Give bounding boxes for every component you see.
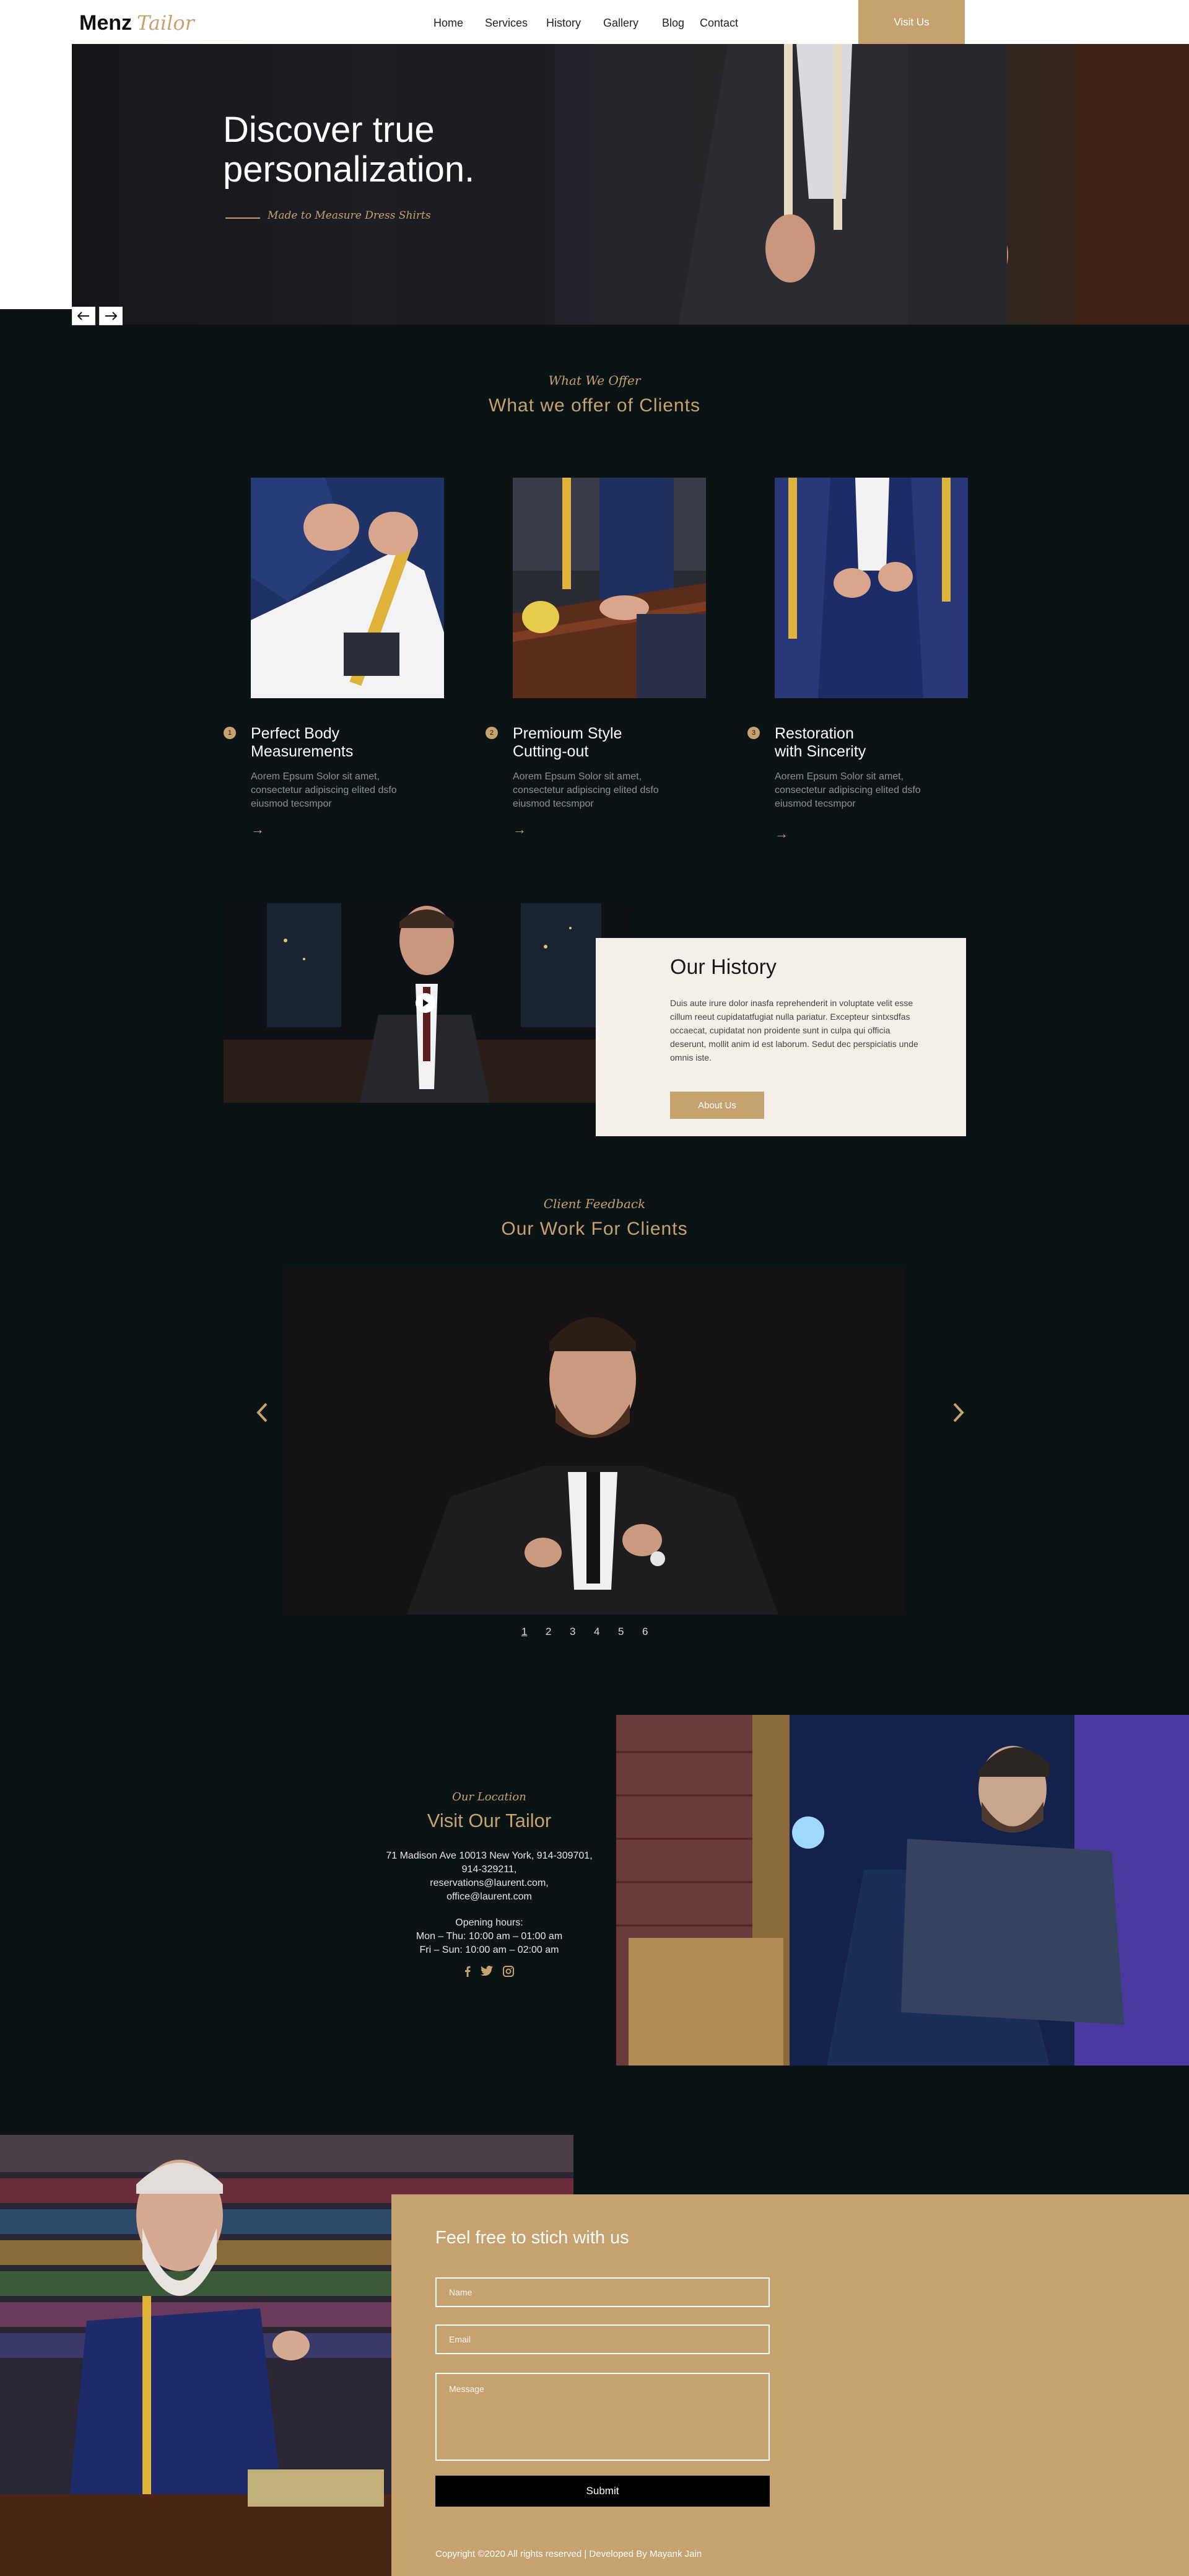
card-number-1: 1 xyxy=(224,727,236,739)
offer-script-label: What We Offer xyxy=(548,373,641,388)
page-6[interactable]: 6 xyxy=(642,1626,666,1638)
card-text-2-line3: eiusmod tecsmpor xyxy=(513,799,594,809)
card-title-3-line2: with Sincerity xyxy=(775,743,866,760)
hero-subtitle: Made to Measure Dress Shirts xyxy=(268,209,431,222)
social-links xyxy=(372,1966,607,1980)
nav-blog[interactable]: Blog xyxy=(662,17,700,30)
card-text-2: Aorem Epsum Solor sit amet, consectetur … xyxy=(513,770,699,811)
nav-gallery[interactable]: Gallery xyxy=(603,17,662,30)
hours-label: Opening hours: xyxy=(455,1917,523,1928)
play-icon xyxy=(423,999,429,1007)
about-us-button[interactable]: About Us xyxy=(670,1092,764,1119)
page-3[interactable]: 3 xyxy=(570,1626,594,1638)
gallery-script-label: Client Feedback xyxy=(543,1196,646,1211)
card-image-cutting xyxy=(513,478,706,698)
card-text-2-line2: consectetur adipiscing elited dsfo xyxy=(513,785,659,795)
nav-services[interactable]: Services xyxy=(485,17,546,30)
card-number-3: 3 xyxy=(747,727,760,739)
card-title-2-line2: Cutting-out xyxy=(513,743,589,760)
location-block: Our Location Visit Our Tailor 71 Madison… xyxy=(372,1790,607,1980)
card-text-2-line1: Aorem Epsum Solor sit amet, xyxy=(513,771,642,782)
arrow-right-icon xyxy=(105,312,117,320)
visit-us-button[interactable]: Visit Us xyxy=(858,0,965,44)
card-image-measurements xyxy=(251,478,444,698)
location-email-1[interactable]: reservations@laurent.com, xyxy=(372,1877,607,1890)
brand-logo[interactable]: Menz Tailor xyxy=(79,11,194,35)
hero-title-line2: personalization. xyxy=(223,149,475,190)
hero-prev-button[interactable] xyxy=(72,307,95,325)
chevron-right-icon xyxy=(953,1403,964,1422)
card-text-1-line2: consectetur adipiscing elited dsfo xyxy=(251,785,397,795)
gallery-title: Our Work For Clients xyxy=(501,1219,688,1239)
page-1[interactable]: 1 xyxy=(521,1626,546,1638)
offer-title: What we offer of Clients xyxy=(489,395,700,416)
card-text-3-line2: consectetur adipiscing elited dsfo xyxy=(775,785,921,795)
gallery-image xyxy=(283,1268,905,1614)
main-nav: Home Services History Gallery Blog Conta… xyxy=(433,17,749,30)
hero-subtitle-rule xyxy=(225,217,260,219)
page-2[interactable]: 2 xyxy=(546,1626,570,1638)
hours-weekday: Mon – Thu: 10:00 am – 01:00 am xyxy=(416,1931,563,1942)
card-text-3: Aorem Epsum Solor sit amet, consectetur … xyxy=(775,770,960,811)
card-title-2: Premioum Style Cutting-out xyxy=(513,725,699,761)
gallery-next-button[interactable] xyxy=(952,1399,965,1430)
card-number-2: 2 xyxy=(486,727,498,739)
facebook-icon[interactable] xyxy=(464,1966,471,1980)
nav-contact[interactable]: Contact xyxy=(700,17,749,30)
copyright-text: Copyright ©2020 All rights reserved | De… xyxy=(435,2549,702,2559)
brand-main: Menz xyxy=(79,11,132,35)
message-textarea[interactable] xyxy=(435,2373,770,2461)
location-image xyxy=(616,1715,1189,2066)
card-text-3-line3: eiusmod tecsmpor xyxy=(775,799,856,809)
card-text-1-line3: eiusmod tecsmpor xyxy=(251,799,332,809)
card-3-arrow-icon[interactable]: → xyxy=(775,826,788,842)
arrow-left-icon xyxy=(77,312,89,320)
email-input[interactable] xyxy=(435,2324,770,2354)
hero-title: Discover true personalization. xyxy=(223,110,474,190)
card-title-3: Restoration with Sincerity xyxy=(775,725,960,761)
card-title-3-line1: Restoration xyxy=(775,725,854,742)
gallery-prev-button[interactable] xyxy=(255,1399,269,1430)
history-text: Duis aute irure dolor inasfa reprehender… xyxy=(670,998,918,1062)
name-input[interactable] xyxy=(435,2277,770,2307)
card-text-1: Aorem Epsum Solor sit amet, consectetur … xyxy=(251,770,437,811)
nav-history[interactable]: History xyxy=(546,17,603,30)
location-title: Visit Our Tailor xyxy=(427,1810,552,1831)
card-text-3-line1: Aorem Epsum Solor sit amet, xyxy=(775,771,904,782)
page-4[interactable]: 4 xyxy=(594,1626,618,1638)
chevron-left-icon xyxy=(256,1403,268,1422)
hours-weekend: Fri – Sun: 10:00 am – 02:00 am xyxy=(419,1945,559,1955)
card-title-1-line1: Perfect Body xyxy=(251,725,340,742)
location-script-label: Our Location xyxy=(452,1790,526,1803)
card-2-arrow-icon[interactable]: → xyxy=(513,821,526,838)
card-title-1-line2: Measurements xyxy=(251,743,354,760)
card-1-arrow-icon[interactable]: → xyxy=(251,821,264,838)
location-email-2[interactable]: office@laurent.com xyxy=(372,1890,607,1904)
brand-script: Tailor xyxy=(137,11,194,35)
submit-button[interactable]: Submit xyxy=(435,2476,770,2507)
card-title-1: Perfect Body Measurements xyxy=(251,725,437,761)
card-image-restoration xyxy=(775,478,968,698)
twitter-icon[interactable] xyxy=(481,1966,493,1980)
hero-left-strip xyxy=(0,44,72,309)
nav-home[interactable]: Home xyxy=(433,17,485,30)
hero-next-button[interactable] xyxy=(99,307,123,325)
hero-title-line1: Discover true xyxy=(223,110,435,150)
play-video-button[interactable] xyxy=(416,993,435,1013)
card-text-1-line1: Aorem Epsum Solor sit amet, xyxy=(251,771,380,782)
gallery-pagination: 1 2 3 4 5 6 xyxy=(521,1626,666,1638)
location-address-1: 71 Madison Ave 10013 New York, 914-30970… xyxy=(386,1851,593,1861)
contact-title: Feel free to stich with us xyxy=(435,2228,629,2248)
page-5[interactable]: 5 xyxy=(618,1626,642,1638)
location-address-2: 914-329211, xyxy=(461,1864,517,1875)
history-title: Our History xyxy=(670,955,777,979)
instagram-icon[interactable] xyxy=(503,1966,514,1980)
card-title-2-line1: Premioum Style xyxy=(513,725,622,742)
